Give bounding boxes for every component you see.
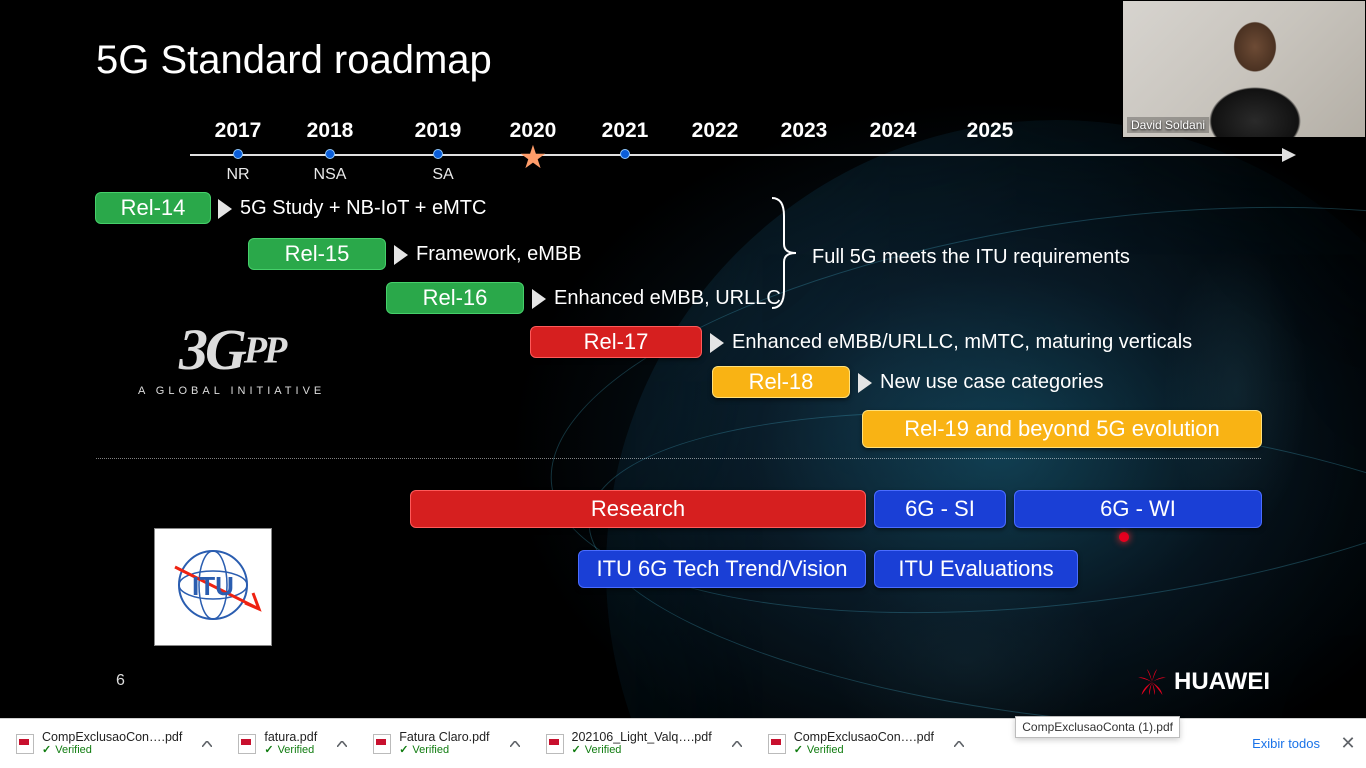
tick-marker bbox=[325, 149, 335, 159]
download-filename: Fatura Claro.pdf bbox=[399, 730, 489, 744]
presenter-name: David Soldani bbox=[1127, 117, 1209, 133]
pdf-icon bbox=[546, 734, 564, 754]
chevron-up-icon[interactable] bbox=[335, 737, 349, 751]
pdf-icon bbox=[16, 734, 34, 754]
rel19-box: Rel-19 and beyond 5G evolution bbox=[862, 410, 1262, 448]
huawei-logo: HUAWEI bbox=[1138, 668, 1270, 696]
year-label: 2025 bbox=[967, 119, 1014, 143]
3gpp-logo: 3GPP A GLOBAL INITIATIVE bbox=[138, 316, 325, 397]
rel18-text: New use case categories bbox=[880, 371, 1103, 394]
tick-label: NR bbox=[226, 166, 249, 184]
rel18-desc: New use case categories bbox=[858, 371, 1103, 394]
divider-line bbox=[96, 458, 1261, 459]
star-icon: ★ bbox=[519, 138, 548, 176]
3gpp-logo-pp: PP bbox=[244, 330, 284, 372]
timeline-axis: 2017 2018 2019 2020 2021 2022 2023 2024 … bbox=[190, 154, 1286, 156]
itu-trend-box: ITU 6G Tech Trend/Vision bbox=[578, 550, 866, 588]
tick-marker bbox=[433, 149, 443, 159]
triangle-right-icon bbox=[532, 289, 546, 309]
triangle-right-icon bbox=[218, 199, 232, 219]
download-filename: 202106_Light_Valq….pdf bbox=[572, 730, 712, 744]
download-status: Verified bbox=[42, 744, 182, 757]
download-item[interactable]: fatura.pdf Verified bbox=[226, 724, 357, 764]
download-status: Verified bbox=[264, 744, 317, 757]
rel15-text: Framework, eMBB bbox=[416, 243, 582, 266]
itu-eval-box: ITU Evaluations bbox=[874, 550, 1078, 588]
year-label: 2022 bbox=[692, 119, 739, 143]
year-label: 2021 bbox=[602, 119, 649, 143]
3gpp-logo-text: 3G bbox=[179, 317, 244, 382]
rel14-text: 5G Study + NB-IoT + eMTC bbox=[240, 197, 486, 220]
tick-label: NSA bbox=[314, 166, 347, 184]
download-filename: fatura.pdf bbox=[264, 730, 317, 744]
pdf-icon bbox=[238, 734, 256, 754]
rel16-desc: Enhanced eMBB, URLLC bbox=[532, 287, 781, 310]
research-box: Research bbox=[410, 490, 866, 528]
pdf-icon bbox=[768, 734, 786, 754]
rel17-text: Enhanced eMBB/URLLC, mMTC, maturing vert… bbox=[732, 331, 1192, 354]
download-item[interactable]: Fatura Claro.pdf Verified bbox=[361, 724, 529, 764]
rel14-box: Rel-14 bbox=[95, 192, 211, 224]
year-label: 2018 bbox=[307, 119, 354, 143]
year-label: 2024 bbox=[870, 119, 917, 143]
huawei-text: HUAWEI bbox=[1174, 668, 1270, 696]
close-downloads-bar[interactable]: ✕ bbox=[1330, 733, 1366, 754]
download-item[interactable]: CompExclusaoCon….pdf Verified bbox=[4, 724, 222, 764]
presenter-video[interactable]: David Soldani bbox=[1122, 0, 1366, 138]
year-label: 2023 bbox=[781, 119, 828, 143]
chevron-up-icon[interactable] bbox=[508, 737, 522, 751]
globe-icon: ITU bbox=[163, 537, 263, 637]
download-filename: CompExclusaoCon….pdf bbox=[794, 730, 934, 744]
6g-si-box: 6G - SI bbox=[874, 490, 1006, 528]
rel14-desc: 5G Study + NB-IoT + eMTC bbox=[218, 197, 486, 220]
rel16-box: Rel-16 bbox=[386, 282, 524, 314]
download-status: Verified bbox=[572, 744, 712, 757]
download-item[interactable]: CompExclusaoCon….pdf Verified bbox=[756, 724, 974, 764]
svg-text:ITU: ITU bbox=[192, 571, 234, 601]
triangle-right-icon bbox=[394, 245, 408, 265]
pdf-icon bbox=[373, 734, 391, 754]
download-status: Verified bbox=[399, 744, 489, 757]
download-item[interactable]: 202106_Light_Valq….pdf Verified bbox=[534, 724, 752, 764]
tick-marker bbox=[233, 149, 243, 159]
chevron-up-icon[interactable] bbox=[200, 737, 214, 751]
year-label: 2019 bbox=[415, 119, 462, 143]
download-filename: CompExclusaoCon….pdf bbox=[42, 730, 182, 744]
slide-title: 5G Standard roadmap bbox=[96, 38, 492, 83]
triangle-right-icon bbox=[858, 373, 872, 393]
arrow-right-icon bbox=[1282, 148, 1296, 162]
tick-label: SA bbox=[432, 166, 453, 184]
rel16-text: Enhanced eMBB, URLLC bbox=[554, 287, 781, 310]
chevron-up-icon[interactable] bbox=[730, 737, 744, 751]
page-number: 6 bbox=[116, 672, 125, 690]
year-label: 2017 bbox=[215, 119, 262, 143]
rel17-desc: Enhanced eMBB/URLLC, mMTC, maturing vert… bbox=[710, 331, 1192, 354]
rel15-box: Rel-15 bbox=[248, 238, 386, 270]
chevron-up-icon[interactable] bbox=[952, 737, 966, 751]
triangle-right-icon bbox=[710, 333, 724, 353]
download-status: Verified bbox=[794, 744, 934, 757]
rel17-box: Rel-17 bbox=[530, 326, 702, 358]
presentation-slide: 5G Standard roadmap 2017 2018 2019 2020 … bbox=[0, 0, 1366, 718]
itu-logo: ITU bbox=[154, 528, 272, 646]
side-note: Full 5G meets the ITU requirements bbox=[812, 246, 1130, 269]
3gpp-tagline: A GLOBAL INITIATIVE bbox=[138, 385, 325, 397]
huawei-flower-icon bbox=[1138, 669, 1166, 695]
show-all-downloads[interactable]: Exibir todos bbox=[1242, 736, 1330, 751]
tick-marker bbox=[620, 149, 630, 159]
marker-dot bbox=[1119, 532, 1129, 542]
6g-wi-box: 6G - WI bbox=[1014, 490, 1262, 528]
downloads-bar: CompExclusaoCon….pdf Verified fatura.pdf… bbox=[0, 718, 1366, 768]
rel18-box: Rel-18 bbox=[712, 366, 850, 398]
rel15-desc: Framework, eMBB bbox=[394, 243, 582, 266]
